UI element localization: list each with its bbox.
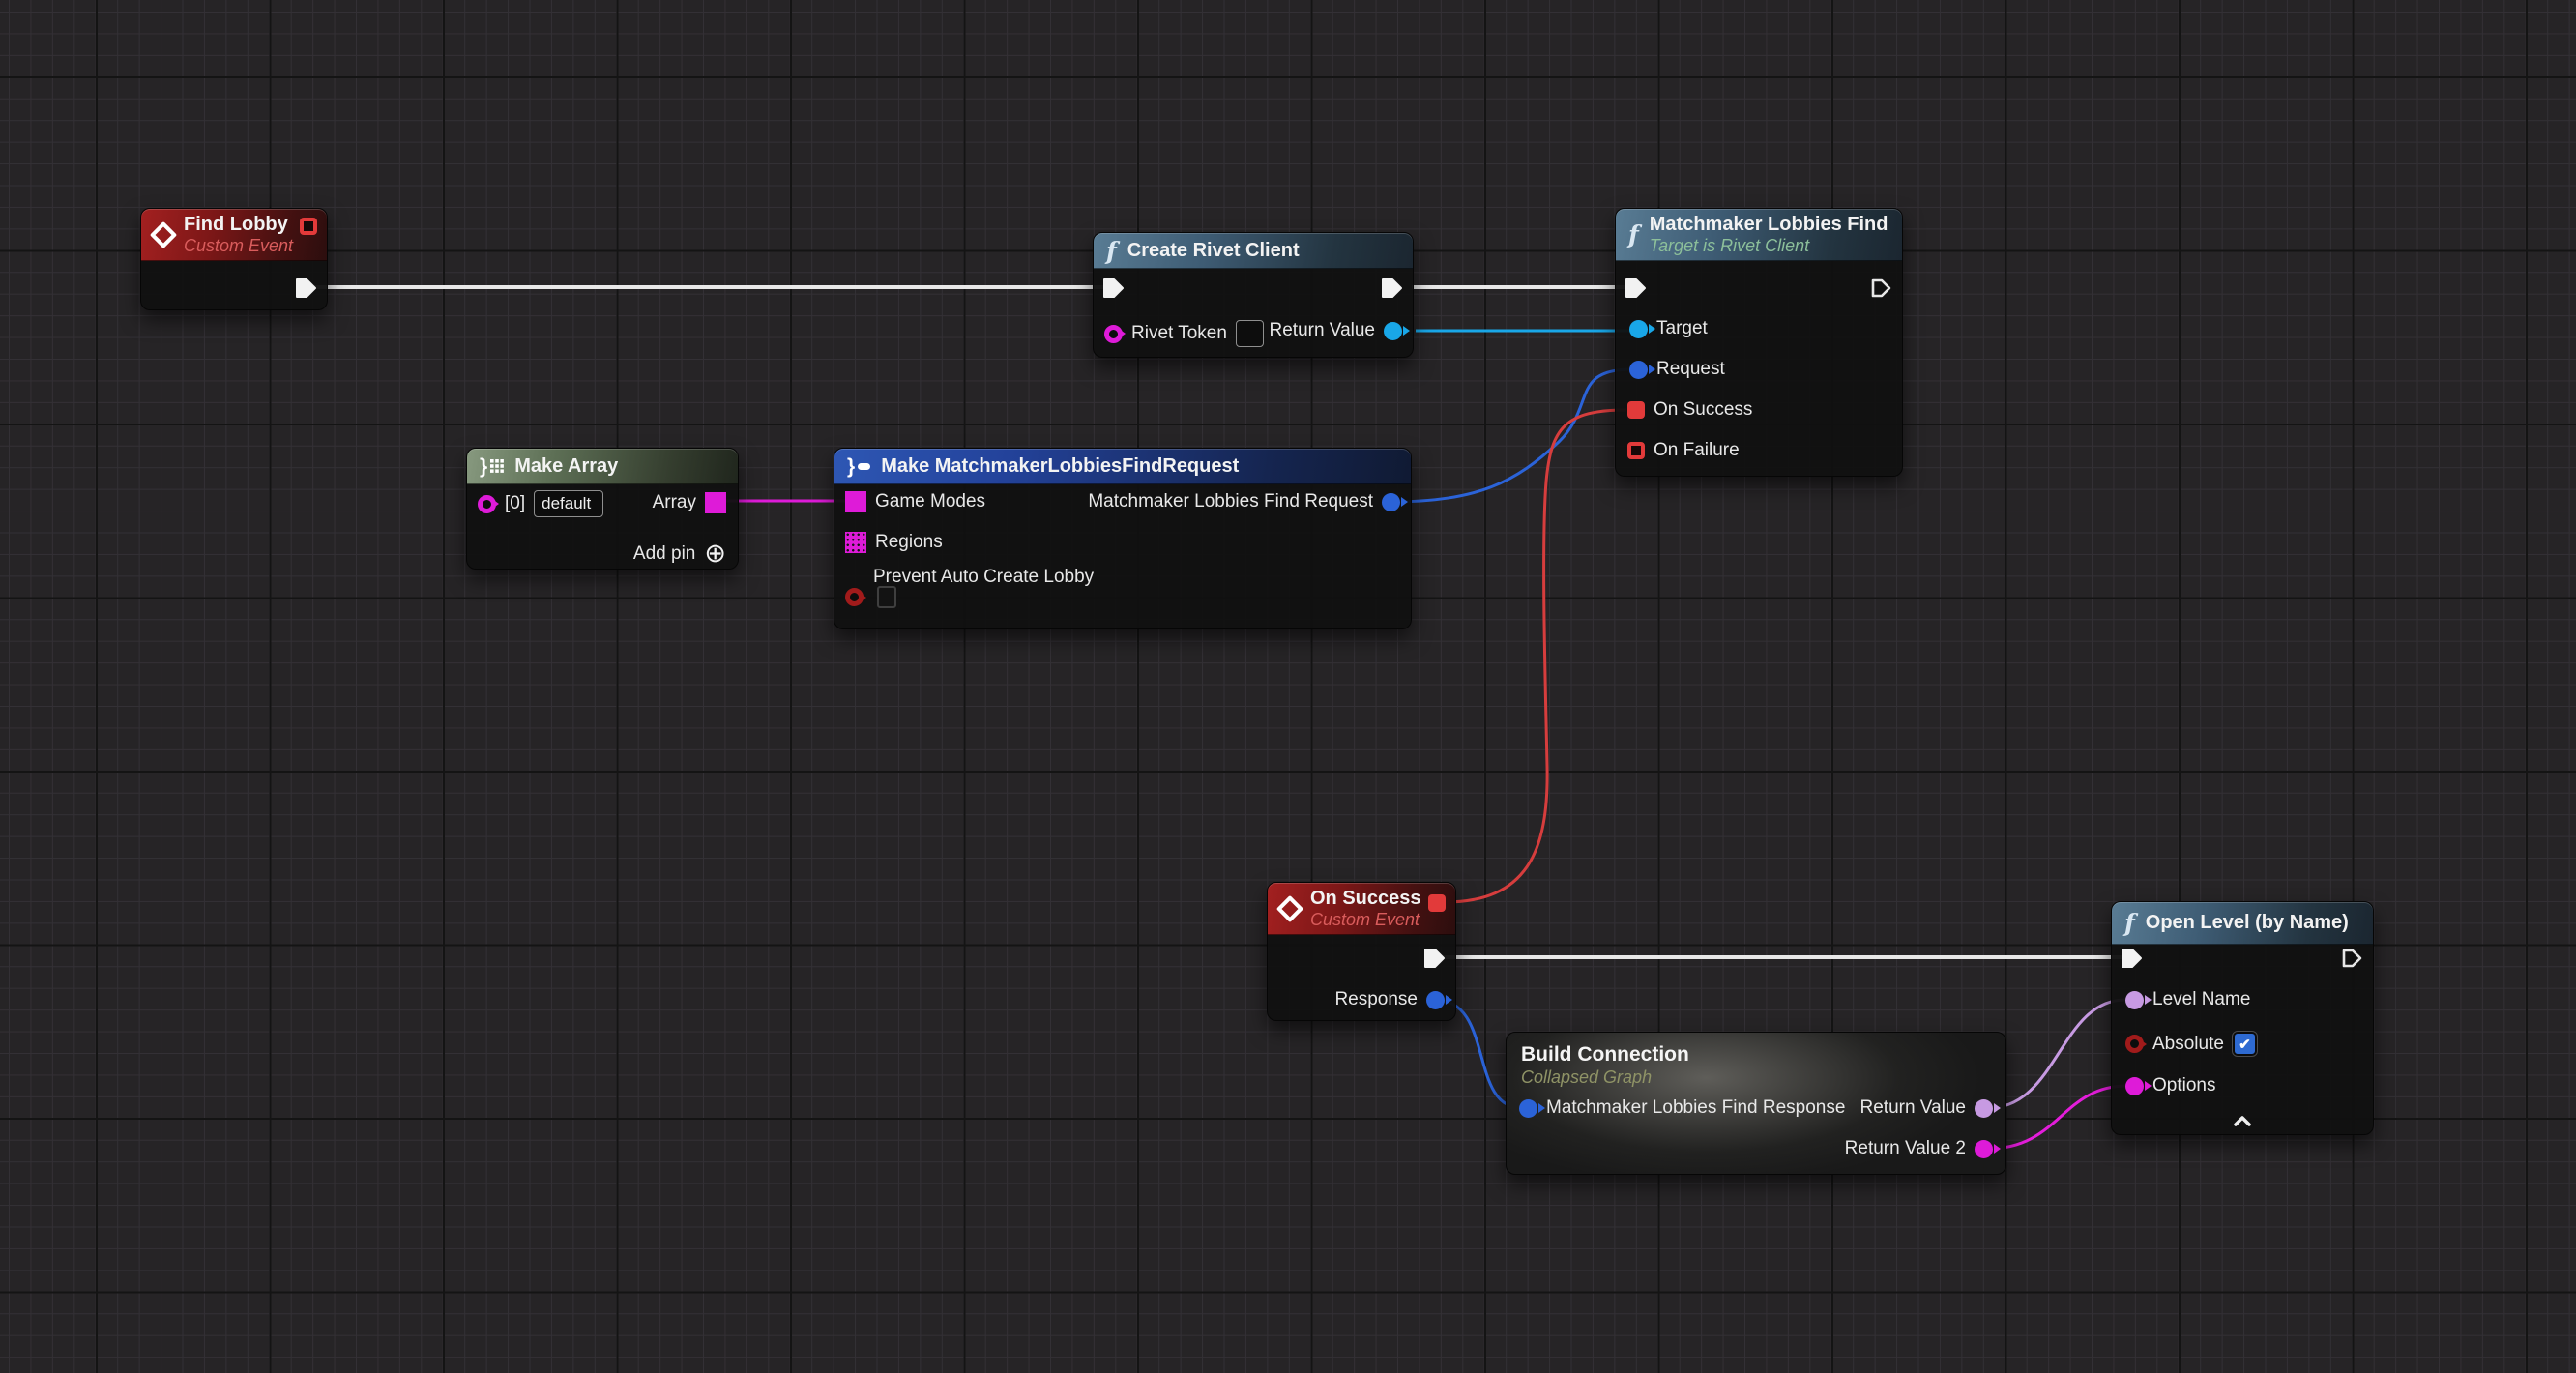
function-icon: f — [2124, 911, 2135, 935]
delegate-pin[interactable] — [1428, 894, 1446, 912]
node-subtitle: Custom Event — [1310, 910, 1421, 930]
absolute-pin[interactable] — [2125, 1035, 2144, 1053]
pin-label: Return Value — [1860, 1097, 1967, 1119]
exec-out-pin[interactable] — [2340, 947, 2365, 970]
custom-event-icon — [150, 220, 177, 248]
request-pin[interactable] — [1629, 361, 1648, 379]
node-title: Make Array — [514, 455, 618, 478]
pin-label: Regions — [875, 532, 943, 553]
wire-returnvalue2-options[interactable] — [1988, 1086, 2127, 1149]
pin-label: Array — [653, 492, 696, 513]
request-out-pin[interactable] — [1382, 493, 1400, 511]
pin-label: Target — [1656, 318, 1708, 339]
absolute-checkbox[interactable] — [2233, 1032, 2257, 1056]
on-success-pin[interactable] — [1627, 401, 1645, 419]
array-out-pin[interactable] — [705, 492, 726, 513]
pin-label: Game Modes — [875, 491, 985, 512]
target-pin[interactable] — [1629, 320, 1648, 338]
array-element-pin[interactable] — [478, 495, 496, 513]
rivet-token-pin[interactable] — [1104, 325, 1123, 343]
pin-label: Absolute — [2152, 1034, 2224, 1055]
return-value-pin[interactable] — [1384, 322, 1402, 340]
pin-label: [0] — [505, 493, 525, 514]
pin-label: Level Name — [2152, 989, 2250, 1010]
matchmaker-response-in-pin[interactable] — [1519, 1099, 1537, 1118]
make-array-icon: } — [480, 456, 504, 477]
exec-in-pin[interactable] — [2120, 947, 2145, 970]
blueprint-graph-canvas[interactable]: Find Lobby Custom Event f Create Rivet C… — [0, 0, 2576, 1373]
return-value-pin[interactable] — [1975, 1099, 1993, 1118]
game-modes-pin[interactable] — [845, 491, 866, 512]
pin-label: On Success — [1654, 399, 1752, 421]
node-create-rivet-client[interactable]: f Create Rivet Client Rivet Token Return… — [1093, 232, 1414, 358]
collapse-node-chevron-icon[interactable] — [2233, 1114, 2252, 1133]
node-build-connection[interactable]: Build Connection Collapsed Graph Matchma… — [1506, 1032, 2006, 1175]
pin-label: Response — [1334, 989, 1418, 1010]
node-subtitle: Custom Event — [184, 236, 293, 256]
pin-label: Return Value — [1270, 320, 1376, 341]
function-icon: f — [1106, 239, 1117, 263]
pin-label: Rivet Token — [1131, 323, 1227, 344]
node-title: On Success — [1310, 888, 1421, 910]
exec-out-pin[interactable] — [1869, 277, 1894, 300]
wire-request[interactable] — [1390, 369, 1632, 502]
pin-label: Request — [1656, 359, 1725, 380]
options-pin[interactable] — [2125, 1077, 2144, 1095]
regions-pin[interactable] — [845, 532, 866, 553]
level-name-pin[interactable] — [2125, 991, 2144, 1009]
add-pin-icon[interactable]: ⊕ — [704, 540, 726, 567]
exec-in-pin[interactable] — [1101, 277, 1127, 300]
pin-label: Prevent Auto Create Lobby — [873, 567, 1094, 588]
prevent-auto-create-lobby-pin[interactable] — [845, 588, 864, 606]
node-make-matchmaker-request[interactable]: } Make MatchmakerLobbiesFindRequest Game… — [834, 448, 1412, 629]
array-element-input[interactable] — [534, 490, 603, 517]
node-find-lobby[interactable]: Find Lobby Custom Event — [140, 208, 328, 310]
pin-label: Matchmaker Lobbies Find Response — [1546, 1097, 1845, 1119]
delegate-pin[interactable] — [300, 218, 317, 235]
exec-out-pin[interactable] — [1380, 277, 1405, 300]
wire-onsuccess-delegate[interactable] — [1445, 410, 1626, 902]
node-subtitle: Target is Rivet Client — [1650, 236, 1888, 256]
node-title: Build Connection — [1521, 1043, 1689, 1066]
rivet-token-input[interactable] — [1236, 320, 1264, 347]
make-struct-icon: } — [847, 456, 870, 477]
exec-in-pin[interactable] — [1624, 277, 1649, 300]
node-title: Create Rivet Client — [1127, 240, 1300, 262]
function-icon: f — [1628, 222, 1639, 247]
prevent-auto-create-lobby-checkbox[interactable] — [877, 586, 896, 608]
node-make-array[interactable]: } Make Array [0] Array Add pin ⊕ — [466, 448, 739, 570]
exec-out-pin[interactable] — [1422, 947, 1448, 970]
node-title: Matchmaker Lobbies Find — [1650, 214, 1888, 236]
pin-label: Return Value 2 — [1845, 1138, 1966, 1159]
on-failure-pin[interactable] — [1627, 442, 1645, 459]
node-on-success-event[interactable]: On Success Custom Event Response — [1267, 882, 1456, 1021]
wire-layer — [0, 0, 2576, 1373]
node-title: Open Level (by Name) — [2146, 912, 2349, 934]
wire-returnvalue-levelname[interactable] — [1988, 1000, 2125, 1108]
node-subtitle: Collapsed Graph — [1521, 1067, 1652, 1088]
pin-label: Matchmaker Lobbies Find Request — [1088, 491, 1373, 512]
node-title: Find Lobby — [184, 214, 293, 236]
return-value-2-pin[interactable] — [1975, 1140, 1993, 1158]
response-pin[interactable] — [1426, 991, 1445, 1009]
add-pin-label: Add pin — [633, 543, 695, 565]
exec-out-pin[interactable] — [294, 277, 319, 300]
node-open-level[interactable]: f Open Level (by Name) Level Name Absolu… — [2111, 901, 2374, 1135]
node-title: Make MatchmakerLobbiesFindRequest — [881, 455, 1239, 478]
pin-label: Options — [2152, 1075, 2215, 1096]
node-matchmaker-lobbies-find[interactable]: f Matchmaker Lobbies Find Target is Rive… — [1615, 208, 1903, 477]
pin-label: On Failure — [1654, 440, 1740, 461]
custom-event-icon — [1276, 894, 1303, 921]
